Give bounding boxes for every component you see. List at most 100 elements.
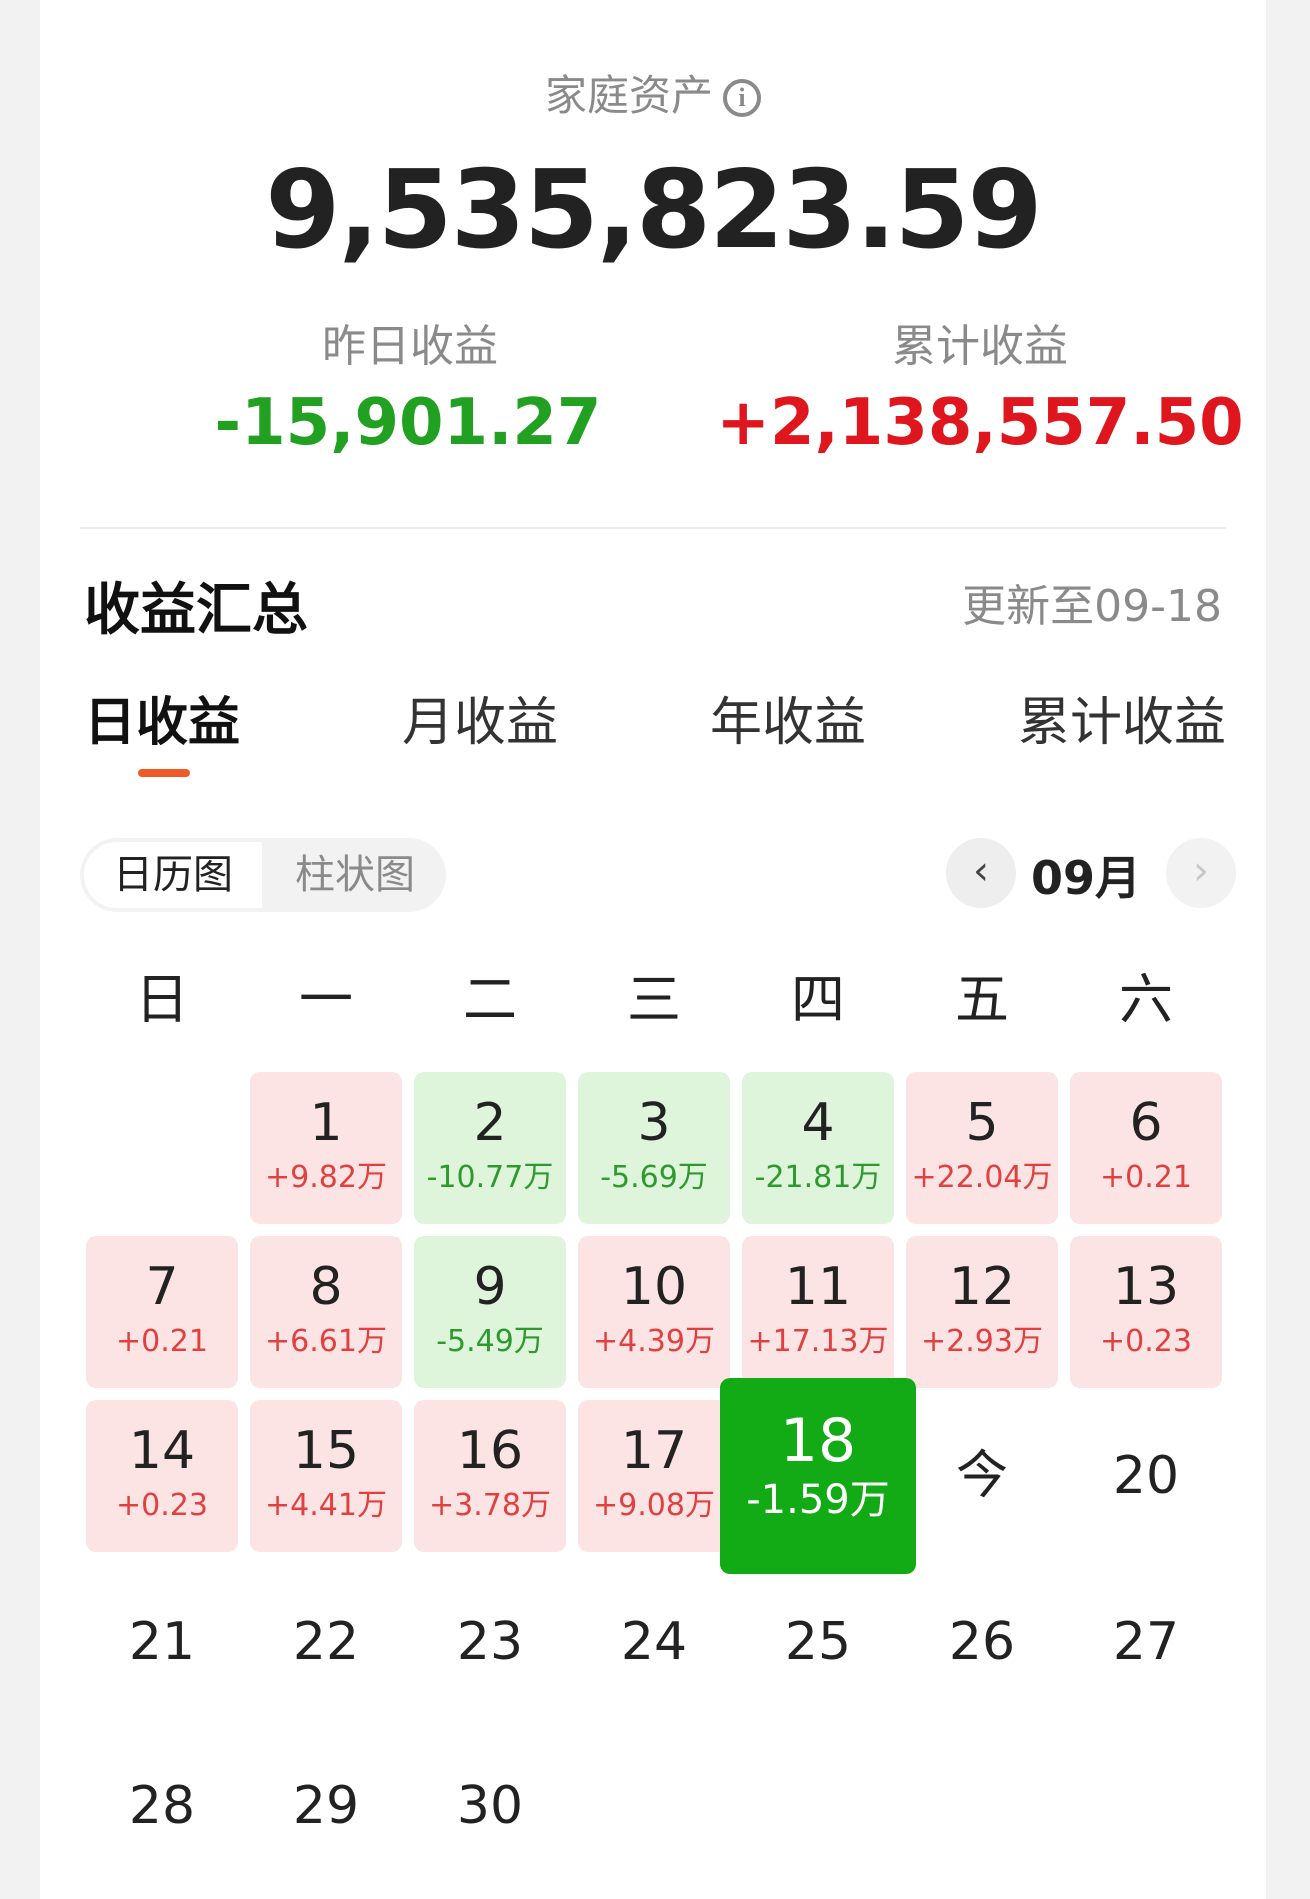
- weekday-label: 一: [299, 968, 353, 1031]
- weekday-label: 日: [135, 968, 189, 1031]
- calendar-day[interactable]: 10 +4.39万: [578, 1236, 730, 1388]
- day-earnings: +0.23: [1100, 1324, 1192, 1359]
- tab-cumulative[interactable]: 累计收益: [1018, 680, 1226, 755]
- assets-card: 家庭资产 i 9,535,823.59 昨日收益 -15,901.27 累计收益 …: [40, 0, 1266, 1899]
- info-icon[interactable]: i: [723, 79, 761, 117]
- day-number: 30: [456, 1776, 524, 1836]
- day-number: 28: [128, 1776, 196, 1836]
- asset-label: 家庭资产: [544, 71, 713, 120]
- day-number: 29: [292, 1776, 360, 1836]
- day-earnings: +6.61万: [265, 1324, 387, 1359]
- calendar-day[interactable]: 14 +0.23: [86, 1400, 238, 1552]
- day-earnings: +3.78万: [429, 1488, 551, 1523]
- calendar-day[interactable]: 8 +6.61万: [250, 1236, 402, 1388]
- day-number: 23: [456, 1612, 524, 1672]
- calendar-day[interactable]: 29: [250, 1730, 402, 1882]
- day-earnings: +4.39万: [593, 1324, 715, 1359]
- calendar-day[interactable]: 今: [906, 1400, 1058, 1552]
- day-number: 4: [801, 1093, 835, 1153]
- tab-daily[interactable]: 日收益: [84, 680, 240, 755]
- calendar-day[interactable]: 22: [250, 1566, 402, 1718]
- calendar-day[interactable]: 9 -5.49万: [414, 1236, 566, 1388]
- calendar-day[interactable]: 21: [86, 1566, 238, 1718]
- yesterday-value: -15,901.27: [214, 386, 602, 460]
- tab-indicator: [138, 769, 190, 777]
- day-number: 8: [309, 1257, 343, 1317]
- day-number: 6: [1129, 1093, 1163, 1153]
- day-number: 2: [473, 1093, 507, 1153]
- day-number: 14: [128, 1421, 196, 1481]
- section-title: 收益汇总: [84, 578, 308, 643]
- day-number: 18: [779, 1406, 857, 1476]
- day-number: 16: [456, 1421, 524, 1481]
- day-number: 今: [955, 1446, 1008, 1506]
- day-number: 25: [784, 1612, 852, 1672]
- calendar-day[interactable]: 2 -10.77万: [414, 1072, 566, 1224]
- calendar-day[interactable]: 30: [414, 1730, 566, 1882]
- day-number: 20: [1112, 1446, 1180, 1506]
- tab-yearly[interactable]: 年收益: [710, 680, 866, 755]
- asset-label-row: 家庭资产 i: [40, 62, 1266, 123]
- day-earnings: +0.21: [1100, 1160, 1192, 1195]
- tab-monthly[interactable]: 月收益: [402, 680, 558, 755]
- calendar-day[interactable]: 7 +0.21: [86, 1236, 238, 1388]
- day-number: 9: [473, 1257, 507, 1317]
- day-earnings: -1.59万: [746, 1477, 890, 1523]
- day-earnings: +2.93万: [921, 1324, 1043, 1359]
- day-earnings: -5.49万: [436, 1324, 544, 1359]
- calendar-view-button[interactable]: 日历图: [84, 842, 262, 908]
- calendar-day[interactable]: 12 +2.93万: [906, 1236, 1058, 1388]
- day-number: 12: [948, 1257, 1016, 1317]
- updated-date: 更新至09-18: [962, 581, 1222, 632]
- day-earnings: -5.69万: [600, 1160, 708, 1195]
- day-earnings: +0.23: [116, 1488, 208, 1523]
- day-number: 17: [620, 1421, 688, 1481]
- day-number: 3: [637, 1093, 671, 1153]
- weekday-label: 六: [1119, 968, 1173, 1031]
- calendar-day[interactable]: 4 -21.81万: [742, 1072, 894, 1224]
- day-number: 5: [965, 1093, 999, 1153]
- calendar-day[interactable]: 25: [742, 1566, 894, 1718]
- day-earnings: +0.21: [116, 1324, 208, 1359]
- calendar-day[interactable]: 17 +9.08万: [578, 1400, 730, 1552]
- day-number: 15: [292, 1421, 360, 1481]
- day-number: 24: [620, 1612, 688, 1672]
- day-earnings: +4.41万: [265, 1488, 387, 1523]
- calendar-day[interactable]: 26: [906, 1566, 1058, 1718]
- calendar-day[interactable]: 28: [86, 1730, 238, 1882]
- chevron-left-icon: ‹: [973, 848, 989, 894]
- day-earnings: -10.77万: [426, 1160, 554, 1195]
- calendar-day[interactable]: 15 +4.41万: [250, 1400, 402, 1552]
- calendar-day[interactable]: 16 +3.78万: [414, 1400, 566, 1552]
- day-number: 27: [1112, 1612, 1180, 1672]
- day-earnings: +9.08万: [593, 1488, 715, 1523]
- calendar-day[interactable]: 6 +0.21: [1070, 1072, 1222, 1224]
- day-earnings: -21.81万: [754, 1160, 882, 1195]
- weekday-label: 二: [463, 968, 517, 1031]
- calendar-day[interactable]: 13 +0.23: [1070, 1236, 1222, 1388]
- day-number: 10: [620, 1257, 688, 1317]
- calendar-day[interactable]: 20: [1070, 1400, 1222, 1552]
- calendar-day[interactable]: 24: [578, 1566, 730, 1718]
- prev-month-button[interactable]: ‹: [946, 838, 1016, 908]
- day-earnings: +22.04万: [911, 1160, 1053, 1195]
- calendar-day[interactable]: 5 +22.04万: [906, 1072, 1058, 1224]
- day-number: 1: [309, 1093, 343, 1153]
- calendar-day[interactable]: 23: [414, 1566, 566, 1718]
- calendar-day[interactable]: 27: [1070, 1566, 1222, 1718]
- month-label: 09月: [1030, 851, 1141, 905]
- view-toggle: 日历图 柱状图: [80, 838, 446, 912]
- day-number: 7: [145, 1257, 179, 1317]
- divider: [80, 527, 1226, 529]
- calendar-day[interactable]: 18 -1.59万: [720, 1378, 916, 1574]
- bar-view-button[interactable]: 柱状图: [270, 838, 440, 912]
- calendar-day[interactable]: 11 +17.13万: [742, 1236, 894, 1388]
- day-earnings: +17.13万: [747, 1324, 889, 1359]
- calendar-day[interactable]: 3 -5.69万: [578, 1072, 730, 1224]
- day-number: 21: [128, 1612, 196, 1672]
- day-number: 13: [1112, 1257, 1180, 1317]
- weekday-label: 三: [627, 968, 681, 1031]
- calendar-day[interactable]: 1 +9.82万: [250, 1072, 402, 1224]
- next-month-button[interactable]: ›: [1166, 838, 1236, 908]
- day-number: 22: [292, 1612, 360, 1672]
